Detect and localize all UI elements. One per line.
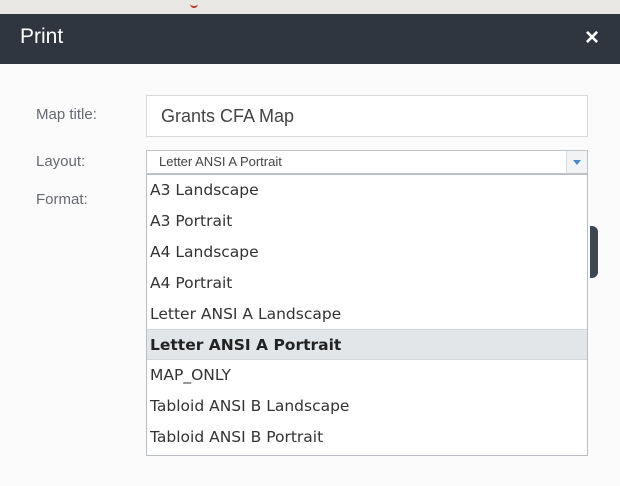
layout-select[interactable]: Letter ANSI A Portrait xyxy=(146,150,588,174)
side-panel-tab[interactable] xyxy=(590,226,598,278)
map-title-input[interactable]: Grants CFA Map xyxy=(146,95,588,137)
dialog-title: Print xyxy=(20,25,64,48)
layout-option-map-only[interactable]: MAP_ONLY xyxy=(147,360,587,391)
background-map-strip xyxy=(0,0,620,14)
format-label: Format: xyxy=(36,191,88,208)
print-dialog: Print × Map title: Grants CFA Map Layout… xyxy=(0,0,620,486)
layout-option-a4-portrait[interactable]: A4 Portrait xyxy=(147,268,587,299)
layout-option-a3-landscape[interactable]: A3 Landscape xyxy=(147,175,587,206)
layout-option-letter-landscape[interactable]: Letter ANSI A Landscape xyxy=(147,299,587,330)
layout-selected-value: Letter ANSI A Portrait xyxy=(159,154,282,169)
map-title-label: Map title: xyxy=(36,106,97,123)
layout-label: Layout: xyxy=(36,153,86,170)
layout-option-a4-landscape[interactable]: A4 Landscape xyxy=(147,237,587,268)
layout-option-tabloid-portrait[interactable]: Tabloid ANSI B Portrait xyxy=(147,422,587,453)
layout-option-a3-portrait[interactable]: A3 Portrait xyxy=(147,206,587,237)
map-mark xyxy=(190,0,198,8)
layout-option-letter-portrait[interactable]: Letter ANSI A Portrait xyxy=(147,329,587,361)
layout-option-tabloid-landscape[interactable]: Tabloid ANSI B Landscape xyxy=(147,391,587,422)
dialog-title-bar: Print × xyxy=(0,14,620,64)
chevron-down-icon[interactable] xyxy=(566,151,587,173)
layout-dropdown-list: A3 Landscape A3 Portrait A4 Landscape A4… xyxy=(146,174,588,456)
close-icon[interactable]: × xyxy=(578,23,606,53)
